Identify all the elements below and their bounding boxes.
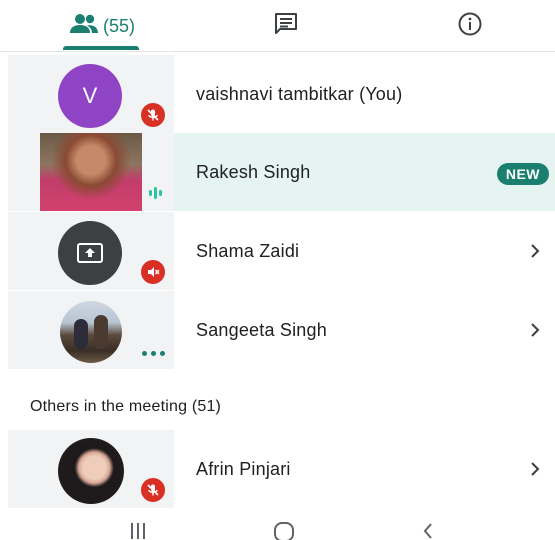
mic-off-icon [141,260,165,284]
participant-name: Sangeeta Singh [196,319,327,340]
participant-tile [8,212,174,290]
speaking-indicator-icon [149,187,162,199]
people-count: (55) [102,15,135,36]
participant-row[interactable]: Sangeeta Singh [8,291,555,369]
tab-chat[interactable] [260,0,312,52]
tab-underline [63,46,139,50]
participant-row[interactable]: Rakesh Singh NEW [8,133,555,211]
participant-row[interactable]: Shama Zaidi [8,212,555,290]
participant-name: vaishnavi tambitkar (You) [196,83,403,104]
participant-tile: V [8,55,174,133]
participant-name: Rakesh Singh [196,161,311,182]
participant-tile [8,291,174,369]
system-nav-bar [0,515,555,540]
tab-info[interactable] [444,0,496,52]
participant-tile [8,430,174,508]
recents-icon[interactable] [128,521,148,539]
participant-video [40,133,142,211]
participant-name: Afrin Pinjari [196,458,291,479]
participant-video-tile [8,133,174,211]
avatar [60,301,122,363]
avatar [58,438,124,504]
home-icon[interactable] [272,521,296,540]
info-icon [457,11,483,42]
chevron-right-icon[interactable] [529,430,541,508]
new-badge: NEW [496,163,549,185]
participant-row-self[interactable]: V vaishnavi tambitkar (You) [8,55,555,133]
mic-off-icon [141,478,165,502]
tab-people[interactable]: (55) [56,0,148,52]
section-title: Others in the meeting (51) [30,398,222,415]
chevron-right-icon[interactable] [529,291,541,369]
avatar: V [58,64,122,128]
participant-row[interactable]: Afrin Pinjari [8,430,555,508]
present-screen-icon [58,221,122,285]
chat-icon [273,12,299,41]
tab-bar: (55) [0,0,555,52]
participant-name: Shama Zaidi [196,240,300,261]
people-icon [69,13,99,40]
more-options-icon[interactable] [142,351,165,356]
chevron-right-icon[interactable] [529,212,541,290]
mic-off-icon [141,103,165,127]
back-icon[interactable] [420,521,436,540]
